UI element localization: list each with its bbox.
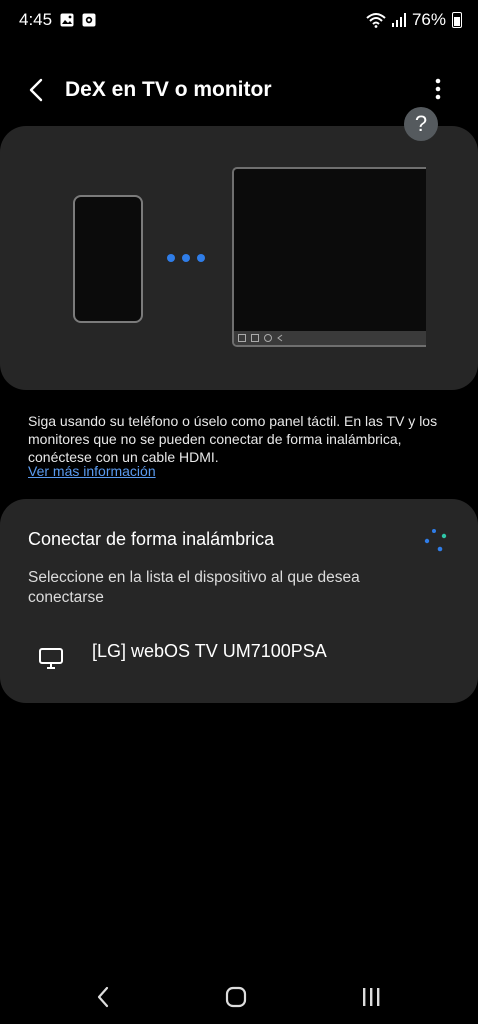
dot — [167, 254, 175, 262]
dot — [182, 254, 190, 262]
signal-icon — [391, 13, 406, 27]
battery-percentage: 76% — [411, 10, 446, 29]
connecting-dots — [167, 254, 205, 262]
more-options-icon[interactable] — [426, 76, 450, 106]
wireless-connect-card: Conectar de forma inalámbrica Seleccione… — [0, 499, 478, 703]
apps-icon — [238, 334, 246, 342]
nav-home-icon[interactable] — [225, 986, 247, 1008]
device-name: [LG] webOS TV UM7100PSA — [92, 641, 327, 661]
wireless-title: Conectar de forma inalámbrica — [28, 529, 275, 549]
status-system-icons: 76% — [366, 10, 462, 30]
nav-recent-apps-icon[interactable] — [360, 986, 382, 1008]
phone-illustration — [73, 195, 143, 323]
status-time: 4:45 — [19, 10, 53, 29]
gallery-icon — [60, 13, 74, 27]
page-title: DeX en TV o monitor — [65, 78, 272, 101]
status-notification-icons — [60, 13, 96, 27]
back-button[interactable] — [22, 74, 54, 106]
wifi-icon — [366, 13, 386, 28]
record-icon — [82, 13, 96, 27]
description-text: Siga usando su teléfono o úselo como pan… — [28, 413, 438, 465]
status-bar: 4:45 76% — [0, 0, 478, 40]
nav-back-icon[interactable] — [92, 985, 116, 1009]
dot — [197, 254, 205, 262]
recent-icon — [251, 334, 259, 342]
dex-illustration-card — [0, 126, 478, 390]
monitor-icon — [39, 648, 63, 669]
wireless-subtitle: Seleccione en la lista el dispositivo al… — [28, 569, 360, 606]
monitor-illustration — [232, 167, 426, 347]
battery-icon — [452, 12, 462, 28]
loading-spinner-icon — [424, 529, 447, 552]
home-icon — [264, 334, 272, 342]
back-icon — [277, 334, 283, 342]
navigation-bar — [0, 975, 478, 1024]
dex-taskbar — [234, 331, 426, 345]
device-list-item[interactable]: [LG] webOS TV UM7100PSA — [0, 629, 478, 685]
learn-more-link[interactable]: Ver más información — [28, 463, 156, 479]
help-button[interactable]: ? — [404, 107, 438, 141]
app-bar: DeX en TV o monitor — [0, 70, 478, 110]
